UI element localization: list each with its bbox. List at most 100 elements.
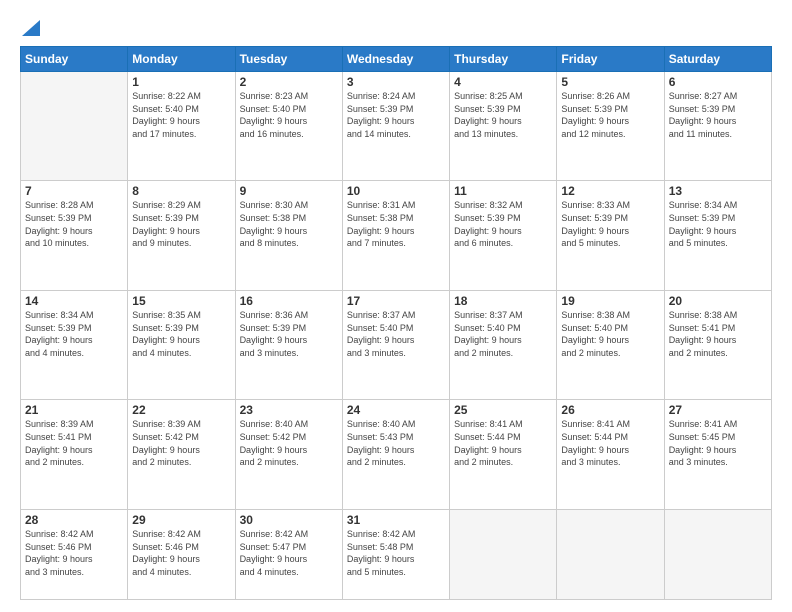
day-number: 23 (240, 403, 338, 417)
day-number: 29 (132, 513, 230, 527)
day-info: Sunrise: 8:38 AM Sunset: 5:41 PM Dayligh… (669, 309, 767, 359)
calendar-cell: 10Sunrise: 8:31 AM Sunset: 5:38 PM Dayli… (342, 181, 449, 290)
calendar-cell: 19Sunrise: 8:38 AM Sunset: 5:40 PM Dayli… (557, 290, 664, 399)
day-number: 17 (347, 294, 445, 308)
day-number: 20 (669, 294, 767, 308)
day-header-wednesday: Wednesday (342, 47, 449, 72)
calendar-cell (557, 509, 664, 599)
day-number: 3 (347, 75, 445, 89)
calendar-cell: 9Sunrise: 8:30 AM Sunset: 5:38 PM Daylig… (235, 181, 342, 290)
calendar-cell: 7Sunrise: 8:28 AM Sunset: 5:39 PM Daylig… (21, 181, 128, 290)
calendar-cell: 28Sunrise: 8:42 AM Sunset: 5:46 PM Dayli… (21, 509, 128, 599)
day-info: Sunrise: 8:22 AM Sunset: 5:40 PM Dayligh… (132, 90, 230, 140)
week-row-1: 7Sunrise: 8:28 AM Sunset: 5:39 PM Daylig… (21, 181, 772, 290)
day-info: Sunrise: 8:23 AM Sunset: 5:40 PM Dayligh… (240, 90, 338, 140)
calendar-cell: 16Sunrise: 8:36 AM Sunset: 5:39 PM Dayli… (235, 290, 342, 399)
calendar-cell: 23Sunrise: 8:40 AM Sunset: 5:42 PM Dayli… (235, 400, 342, 509)
day-number: 10 (347, 184, 445, 198)
day-info: Sunrise: 8:41 AM Sunset: 5:44 PM Dayligh… (454, 418, 552, 468)
day-number: 16 (240, 294, 338, 308)
calendar-cell: 4Sunrise: 8:25 AM Sunset: 5:39 PM Daylig… (450, 72, 557, 181)
day-number: 15 (132, 294, 230, 308)
day-number: 12 (561, 184, 659, 198)
day-info: Sunrise: 8:26 AM Sunset: 5:39 PM Dayligh… (561, 90, 659, 140)
logo-icon (22, 20, 40, 36)
day-info: Sunrise: 8:32 AM Sunset: 5:39 PM Dayligh… (454, 199, 552, 249)
header (20, 16, 772, 38)
calendar-cell (450, 509, 557, 599)
calendar-cell: 1Sunrise: 8:22 AM Sunset: 5:40 PM Daylig… (128, 72, 235, 181)
day-number: 31 (347, 513, 445, 527)
day-number: 22 (132, 403, 230, 417)
day-info: Sunrise: 8:36 AM Sunset: 5:39 PM Dayligh… (240, 309, 338, 359)
calendar-cell: 25Sunrise: 8:41 AM Sunset: 5:44 PM Dayli… (450, 400, 557, 509)
day-number: 13 (669, 184, 767, 198)
day-info: Sunrise: 8:41 AM Sunset: 5:45 PM Dayligh… (669, 418, 767, 468)
day-number: 24 (347, 403, 445, 417)
day-number: 19 (561, 294, 659, 308)
calendar: SundayMondayTuesdayWednesdayThursdayFrid… (20, 46, 772, 600)
calendar-cell: 21Sunrise: 8:39 AM Sunset: 5:41 PM Dayli… (21, 400, 128, 509)
day-number: 28 (25, 513, 123, 527)
calendar-cell: 31Sunrise: 8:42 AM Sunset: 5:48 PM Dayli… (342, 509, 449, 599)
day-info: Sunrise: 8:25 AM Sunset: 5:39 PM Dayligh… (454, 90, 552, 140)
day-number: 25 (454, 403, 552, 417)
week-row-2: 14Sunrise: 8:34 AM Sunset: 5:39 PM Dayli… (21, 290, 772, 399)
day-info: Sunrise: 8:34 AM Sunset: 5:39 PM Dayligh… (25, 309, 123, 359)
calendar-cell: 24Sunrise: 8:40 AM Sunset: 5:43 PM Dayli… (342, 400, 449, 509)
calendar-cell: 2Sunrise: 8:23 AM Sunset: 5:40 PM Daylig… (235, 72, 342, 181)
day-header-thursday: Thursday (450, 47, 557, 72)
calendar-cell: 20Sunrise: 8:38 AM Sunset: 5:41 PM Dayli… (664, 290, 771, 399)
day-info: Sunrise: 8:37 AM Sunset: 5:40 PM Dayligh… (454, 309, 552, 359)
week-row-4: 28Sunrise: 8:42 AM Sunset: 5:46 PM Dayli… (21, 509, 772, 599)
week-row-3: 21Sunrise: 8:39 AM Sunset: 5:41 PM Dayli… (21, 400, 772, 509)
day-number: 11 (454, 184, 552, 198)
calendar-cell: 27Sunrise: 8:41 AM Sunset: 5:45 PM Dayli… (664, 400, 771, 509)
day-info: Sunrise: 8:29 AM Sunset: 5:39 PM Dayligh… (132, 199, 230, 249)
day-number: 4 (454, 75, 552, 89)
day-info: Sunrise: 8:28 AM Sunset: 5:39 PM Dayligh… (25, 199, 123, 249)
calendar-cell: 22Sunrise: 8:39 AM Sunset: 5:42 PM Dayli… (128, 400, 235, 509)
calendar-cell: 13Sunrise: 8:34 AM Sunset: 5:39 PM Dayli… (664, 181, 771, 290)
day-info: Sunrise: 8:34 AM Sunset: 5:39 PM Dayligh… (669, 199, 767, 249)
day-info: Sunrise: 8:40 AM Sunset: 5:42 PM Dayligh… (240, 418, 338, 468)
day-info: Sunrise: 8:39 AM Sunset: 5:41 PM Dayligh… (25, 418, 123, 468)
day-number: 8 (132, 184, 230, 198)
calendar-cell: 3Sunrise: 8:24 AM Sunset: 5:39 PM Daylig… (342, 72, 449, 181)
day-info: Sunrise: 8:42 AM Sunset: 5:46 PM Dayligh… (25, 528, 123, 578)
day-number: 30 (240, 513, 338, 527)
day-header-friday: Friday (557, 47, 664, 72)
calendar-cell: 14Sunrise: 8:34 AM Sunset: 5:39 PM Dayli… (21, 290, 128, 399)
day-number: 6 (669, 75, 767, 89)
day-number: 9 (240, 184, 338, 198)
day-info: Sunrise: 8:39 AM Sunset: 5:42 PM Dayligh… (132, 418, 230, 468)
day-header-monday: Monday (128, 47, 235, 72)
day-info: Sunrise: 8:33 AM Sunset: 5:39 PM Dayligh… (561, 199, 659, 249)
day-number: 18 (454, 294, 552, 308)
calendar-cell: 26Sunrise: 8:41 AM Sunset: 5:44 PM Dayli… (557, 400, 664, 509)
day-info: Sunrise: 8:35 AM Sunset: 5:39 PM Dayligh… (132, 309, 230, 359)
day-info: Sunrise: 8:30 AM Sunset: 5:38 PM Dayligh… (240, 199, 338, 249)
day-info: Sunrise: 8:41 AM Sunset: 5:44 PM Dayligh… (561, 418, 659, 468)
day-info: Sunrise: 8:37 AM Sunset: 5:40 PM Dayligh… (347, 309, 445, 359)
days-header-row: SundayMondayTuesdayWednesdayThursdayFrid… (21, 47, 772, 72)
day-number: 27 (669, 403, 767, 417)
day-info: Sunrise: 8:31 AM Sunset: 5:38 PM Dayligh… (347, 199, 445, 249)
day-number: 5 (561, 75, 659, 89)
day-number: 14 (25, 294, 123, 308)
day-info: Sunrise: 8:27 AM Sunset: 5:39 PM Dayligh… (669, 90, 767, 140)
day-number: 1 (132, 75, 230, 89)
day-number: 7 (25, 184, 123, 198)
calendar-cell: 18Sunrise: 8:37 AM Sunset: 5:40 PM Dayli… (450, 290, 557, 399)
calendar-cell: 30Sunrise: 8:42 AM Sunset: 5:47 PM Dayli… (235, 509, 342, 599)
calendar-cell: 29Sunrise: 8:42 AM Sunset: 5:46 PM Dayli… (128, 509, 235, 599)
calendar-cell: 11Sunrise: 8:32 AM Sunset: 5:39 PM Dayli… (450, 181, 557, 290)
day-header-tuesday: Tuesday (235, 47, 342, 72)
calendar-cell (664, 509, 771, 599)
calendar-cell: 8Sunrise: 8:29 AM Sunset: 5:39 PM Daylig… (128, 181, 235, 290)
calendar-cell: 5Sunrise: 8:26 AM Sunset: 5:39 PM Daylig… (557, 72, 664, 181)
week-row-0: 1Sunrise: 8:22 AM Sunset: 5:40 PM Daylig… (21, 72, 772, 181)
day-info: Sunrise: 8:42 AM Sunset: 5:47 PM Dayligh… (240, 528, 338, 578)
calendar-cell: 12Sunrise: 8:33 AM Sunset: 5:39 PM Dayli… (557, 181, 664, 290)
day-info: Sunrise: 8:42 AM Sunset: 5:46 PM Dayligh… (132, 528, 230, 578)
